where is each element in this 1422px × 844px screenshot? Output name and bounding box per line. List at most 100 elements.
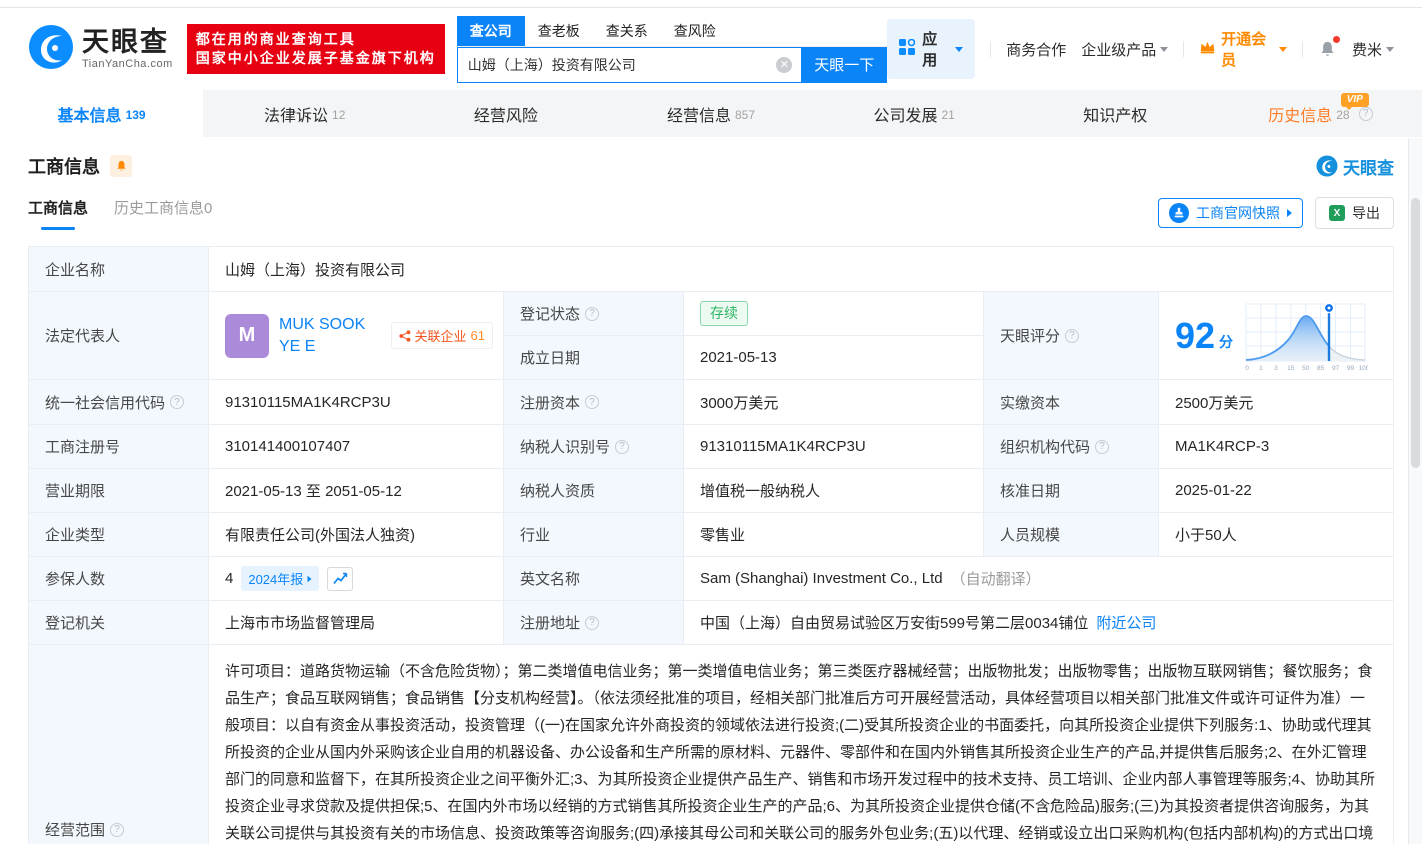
insured-label: 参保人数 bbox=[29, 557, 209, 601]
svg-text:100: 100 bbox=[1359, 365, 1368, 372]
uscc-value: 91310115MA1K4RCP3U bbox=[209, 380, 504, 425]
svg-text:99: 99 bbox=[1347, 365, 1355, 372]
english-name-label: 英文名称 bbox=[504, 557, 684, 601]
help-icon[interactable]: ? bbox=[585, 395, 599, 409]
address-value: 中国（上海）自由贸易试验区万安街599号第二层0034铺位 附近公司 bbox=[684, 601, 1393, 645]
tab-operation-risk[interactable]: 经营风险 bbox=[406, 90, 609, 137]
page-top-divider bbox=[0, 0, 1422, 8]
business-term-label: 营业期限 bbox=[29, 469, 209, 513]
notification-dot bbox=[1333, 36, 1340, 43]
legal-rep-label: 法定代表人 bbox=[29, 292, 209, 380]
notifications-button[interactable] bbox=[1318, 39, 1337, 59]
taxpayer-quality-value: 增值税一般纳税人 bbox=[684, 469, 984, 513]
score-cell[interactable]: 92 分 bbox=[1159, 292, 1393, 380]
tab-business-info[interactable]: 经营信息857 bbox=[609, 90, 812, 137]
reg-status-value: 存续 bbox=[684, 292, 984, 336]
help-icon[interactable]: ? bbox=[1359, 107, 1373, 121]
tab-intellectual-property[interactable]: 知识产权 bbox=[1016, 90, 1219, 137]
search-tab-relation[interactable]: 查关系 bbox=[593, 16, 661, 46]
industry-value: 零售业 bbox=[684, 513, 984, 557]
subtab-business-registration[interactable]: 工商信息 bbox=[28, 197, 88, 230]
tab-legal[interactable]: 法律诉讼12 bbox=[203, 90, 406, 137]
apps-menu[interactable]: 应用 bbox=[887, 19, 975, 79]
help-icon[interactable]: ? bbox=[585, 616, 599, 630]
search-button[interactable]: 天眼一下 bbox=[801, 47, 887, 83]
english-name-value: Sam (Shanghai) Investment Co., Ltd （自动翻译… bbox=[684, 557, 1393, 601]
divider bbox=[1302, 41, 1303, 57]
help-icon[interactable]: ? bbox=[1065, 329, 1079, 343]
approval-date-value: 2025-01-22 bbox=[1159, 469, 1393, 513]
search-tab-company[interactable]: 查公司 bbox=[457, 16, 525, 46]
tab-history-info[interactable]: VIP 历史信息28 ? bbox=[1219, 90, 1422, 137]
search-tab-risk[interactable]: 查风险 bbox=[661, 16, 729, 46]
paid-capital-label: 实缴资本 bbox=[984, 380, 1159, 425]
approval-date-label: 核准日期 bbox=[984, 469, 1159, 513]
official-snapshot-button[interactable]: 工商官网快照 bbox=[1158, 198, 1303, 228]
scrollbar[interactable] bbox=[1408, 138, 1422, 844]
search-tabs: 查公司 查老板 查关系 查风险 bbox=[457, 16, 888, 47]
related-companies-icon bbox=[399, 330, 411, 342]
brand-slogan: 都在用的商业查询工具 国家中小企业发展子基金旗下机构 bbox=[187, 24, 445, 74]
nearby-companies-link[interactable]: 附近公司 bbox=[1096, 612, 1156, 633]
company-type-value: 有限责任公司(外国法人独资) bbox=[209, 513, 504, 557]
paid-capital-value: 2500万美元 bbox=[1159, 380, 1393, 425]
svg-text:3: 3 bbox=[1274, 365, 1278, 372]
subscribe-bell-button[interactable] bbox=[110, 155, 132, 177]
divider bbox=[1183, 41, 1184, 57]
help-icon[interactable]: ? bbox=[1095, 440, 1109, 454]
tianyancha-logo[interactable]: 天眼查 TianYanCha.com bbox=[28, 24, 173, 75]
search-tab-boss[interactable]: 查老板 bbox=[525, 16, 593, 46]
business-registration-table: 企业名称 山姆（上海）投资有限公司 法定代表人 M MUK SOOK YE E … bbox=[28, 246, 1394, 844]
chevron-down-icon bbox=[1160, 47, 1168, 52]
stamp-icon bbox=[1169, 203, 1189, 223]
nav-cooperation[interactable]: 商务合作 bbox=[1006, 39, 1066, 60]
related-companies-badge[interactable]: 关联企业 61 bbox=[391, 322, 493, 349]
taxpayer-id-value: 91310115MA1K4RCP3U bbox=[684, 425, 984, 469]
user-menu[interactable]: 费米 bbox=[1352, 39, 1394, 60]
help-icon[interactable]: ? bbox=[110, 823, 124, 837]
insured-trend-button[interactable] bbox=[327, 567, 353, 591]
help-icon[interactable]: ? bbox=[170, 395, 184, 409]
scrollbar-thumb[interactable] bbox=[1411, 198, 1420, 468]
taxpayer-id-label: 纳税人识别号? bbox=[504, 425, 684, 469]
insured-count: 4 bbox=[225, 570, 233, 587]
business-scope-text: 许可项目：道路货物运输（不含危险货物）；第二类增值电信业务；第一类增值电信业务；… bbox=[209, 645, 1393, 844]
auto-translate-note: （自动翻译） bbox=[951, 568, 1041, 589]
export-button[interactable]: X 导出 bbox=[1315, 197, 1394, 229]
taxpayer-quality-label: 纳税人资质 bbox=[504, 469, 684, 513]
watermark-brand: 天眼查 bbox=[1316, 154, 1394, 179]
company-tabbar: 基本信息139 法律诉讼12 经营风险 经营信息857 公司发展21 知识产权 … bbox=[0, 90, 1422, 137]
reg-authority-value: 上海市市场监督管理局 bbox=[209, 601, 504, 645]
annual-report-badge[interactable]: 2024年报 bbox=[241, 566, 319, 591]
subtab-history-registration[interactable]: 历史工商信息0 bbox=[114, 197, 212, 230]
business-term-value: 2021-05-13 至 2051-05-12 bbox=[209, 469, 504, 513]
trend-chart-icon bbox=[333, 572, 348, 585]
reg-authority-label: 登记机关 bbox=[29, 601, 209, 645]
help-icon[interactable]: ? bbox=[585, 307, 599, 321]
tab-company-development[interactable]: 公司发展21 bbox=[813, 90, 1016, 137]
open-vip-button[interactable]: 开通会员 bbox=[1199, 28, 1287, 70]
legal-rep-name-link[interactable]: MUK SOOK YE E bbox=[279, 314, 381, 357]
crown-icon bbox=[1199, 40, 1216, 58]
section-header: 工商信息 天眼查 bbox=[0, 137, 1422, 179]
reg-number-value: 310141400107407 bbox=[209, 425, 504, 469]
address-label: 注册地址? bbox=[504, 601, 684, 645]
search-input[interactable] bbox=[457, 47, 802, 83]
subtab-row: 工商信息 历史工商信息0 工商官网快照 X 导出 bbox=[0, 193, 1422, 233]
bell-icon bbox=[115, 159, 128, 173]
status-badge: 存续 bbox=[700, 301, 748, 326]
nav-enterprise[interactable]: 企业级产品 bbox=[1081, 39, 1168, 60]
insured-value: 4 2024年报 bbox=[209, 557, 504, 601]
page-title: 工商信息 bbox=[28, 153, 100, 179]
company-name-value: 山姆（上海）投资有限公司 bbox=[209, 247, 1393, 292]
help-icon[interactable]: ? bbox=[615, 440, 629, 454]
watermark-brand-text: 天眼查 bbox=[1343, 154, 1394, 179]
company-type-label: 企业类型 bbox=[29, 513, 209, 557]
legal-rep-cell: M MUK SOOK YE E 关联企业 61 bbox=[209, 292, 504, 380]
clear-search-icon[interactable]: ✕ bbox=[776, 57, 792, 73]
score-distribution-chart: 0 1 3 15 50 85 97 99 100 bbox=[1243, 299, 1368, 373]
tab-basic-info[interactable]: 基本信息139 bbox=[0, 90, 203, 137]
tianyancha-watermark-icon bbox=[1316, 155, 1338, 177]
vip-badge: VIP bbox=[1341, 93, 1369, 107]
avatar[interactable]: M bbox=[225, 314, 269, 358]
